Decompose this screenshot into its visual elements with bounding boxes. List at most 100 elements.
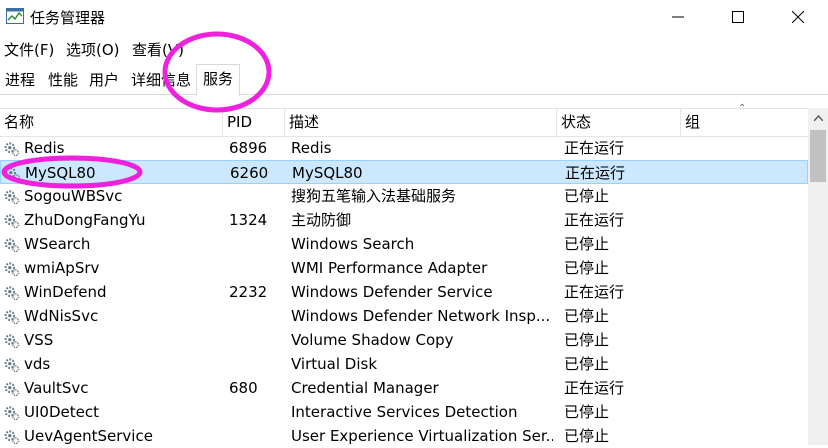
service-status: 已停止: [564, 187, 610, 205]
service-pid: 2232: [229, 283, 268, 301]
service-name: wmiApSrv: [24, 259, 100, 277]
service-pid: [229, 328, 284, 352]
service-gear-icon: [4, 262, 20, 277]
service-name: WinDefend: [24, 283, 107, 301]
table-row[interactable]: WSearch Windows Search 已停止: [0, 232, 808, 256]
service-pid: 6896: [229, 139, 268, 157]
close-button[interactable]: [768, 0, 828, 34]
service-pid: [229, 256, 284, 280]
service-status: 已停止: [564, 355, 610, 373]
tab-services[interactable]: 服务: [196, 64, 241, 96]
table-row[interactable]: UevAgentService User Experience Virtualiz…: [0, 424, 808, 448]
service-name: UI0Detect: [24, 403, 99, 421]
service-name: vds: [24, 355, 51, 373]
minimize-button[interactable]: [648, 0, 708, 34]
service-name: WSearch: [24, 235, 91, 253]
service-description: Redis: [291, 139, 332, 157]
service-name: VSS: [24, 331, 54, 349]
service-name: Redis: [24, 139, 65, 157]
tab-processes[interactable]: 进程: [5, 69, 35, 90]
service-status: 正在运行: [564, 283, 625, 301]
table-row[interactable]: ZhuDongFangYu 1324 主动防御 正在运行: [0, 208, 808, 232]
tab-performance[interactable]: 性能: [48, 69, 78, 90]
vertical-scrollbar[interactable]: [808, 108, 828, 445]
service-gear-icon: [4, 358, 20, 373]
service-pid: 680: [229, 379, 258, 397]
column-header-description[interactable]: 描述: [285, 109, 557, 136]
column-header-status[interactable]: 状态: [557, 109, 681, 136]
service-description: Windows Search: [291, 235, 415, 253]
service-status: 已停止: [564, 307, 610, 325]
service-gear-icon: [4, 238, 20, 253]
table-row[interactable]: VaultSvc 680 Credential Manager 正在运行: [0, 376, 808, 400]
service-name: WdNisSvc: [24, 307, 99, 325]
service-status: 已停止: [564, 427, 610, 445]
service-description: User Experience Virtualization Ser...: [291, 427, 553, 445]
tab-bar: 进程 性能 用户 详细信息 服务: [0, 62, 828, 96]
close-icon: [792, 11, 804, 23]
service-gear-icon: [5, 167, 21, 182]
service-description: Virtual Disk: [291, 355, 378, 373]
scroll-thumb[interactable]: [810, 130, 826, 182]
tab-details[interactable]: 详细信息: [131, 69, 191, 90]
service-pid: [229, 352, 284, 376]
service-name: MySQL80: [25, 164, 96, 182]
service-pid: 1324: [229, 211, 268, 229]
table-row[interactable]: MySQL80 6260 MySQL80 正在运行: [0, 160, 808, 184]
maximize-icon: [732, 11, 744, 23]
service-status: 正在运行: [565, 164, 626, 182]
service-status: 已停止: [564, 259, 610, 277]
service-gear-icon: [4, 142, 20, 157]
column-header-pid[interactable]: PID: [223, 109, 285, 136]
table-row[interactable]: UI0Detect Interactive Services Detection 已…: [0, 400, 808, 424]
menu-bar: 文件(F) 选项(O) 查看(V): [0, 36, 828, 62]
service-name: VaultSvc: [24, 379, 89, 397]
service-status: 已停止: [564, 235, 610, 253]
service-gear-icon: [4, 334, 20, 349]
service-pid: 6260: [230, 164, 269, 182]
service-status: 正在运行: [564, 139, 625, 157]
scroll-up-icon: [813, 115, 823, 121]
service-gear-icon: [4, 310, 20, 325]
menu-options[interactable]: 选项(O): [66, 39, 120, 60]
service-status: 正在运行: [564, 211, 625, 229]
service-pid: [229, 424, 284, 448]
column-header-name[interactable]: 名称: [0, 109, 223, 136]
service-pid: [229, 400, 284, 424]
menu-view[interactable]: 查看(V): [132, 39, 184, 60]
task-manager-icon: [6, 8, 24, 24]
service-gear-icon: [4, 190, 20, 205]
service-status: 已停止: [564, 403, 610, 421]
menu-file[interactable]: 文件(F): [4, 39, 54, 60]
service-gear-icon: [4, 430, 20, 445]
service-pid: [229, 184, 284, 208]
window-title: 任务管理器: [30, 9, 106, 27]
table-row[interactable]: Redis 6896 Redis 正在运行: [0, 136, 808, 160]
column-header: 名称 PID 描述 状态 组: [0, 108, 808, 137]
table-row[interactable]: WinDefend 2232 Windows Defender Service 正在运…: [0, 280, 808, 304]
service-status: 已停止: [564, 331, 610, 349]
service-gear-icon: [4, 286, 20, 301]
service-gear-icon: [4, 406, 20, 421]
service-name: UevAgentService: [24, 427, 153, 445]
service-name: SogouWBSvc: [24, 187, 123, 205]
service-description: Windows Defender Network Insp...: [291, 307, 551, 325]
service-description: MySQL80: [292, 164, 363, 182]
maximize-button[interactable]: [708, 0, 768, 34]
table-row[interactable]: VSS Volume Shadow Copy 已停止: [0, 328, 808, 352]
table-row[interactable]: vds Virtual Disk 已停止: [0, 352, 808, 376]
title-bar: 任务管理器: [0, 0, 828, 36]
scroll-up-button[interactable]: [808, 108, 828, 128]
minimize-icon: [672, 16, 684, 18]
service-name: ZhuDongFangYu: [24, 211, 146, 229]
table-row[interactable]: wmiApSrv WMI Performance Adapter 已停止: [0, 256, 808, 280]
tab-users[interactable]: 用户: [89, 69, 119, 90]
service-status: 正在运行: [564, 379, 625, 397]
column-header-group[interactable]: 组: [681, 109, 808, 136]
service-description: 搜狗五笔输入法基础服务: [291, 187, 457, 205]
service-description: 主动防御: [291, 211, 352, 229]
table-row[interactable]: SogouWBSvc 搜狗五笔输入法基础服务 已停止: [0, 184, 808, 208]
table-row[interactable]: WdNisSvc Windows Defender Network Insp...…: [0, 304, 808, 328]
service-description: Credential Manager: [291, 379, 439, 397]
service-pid: [229, 232, 284, 256]
